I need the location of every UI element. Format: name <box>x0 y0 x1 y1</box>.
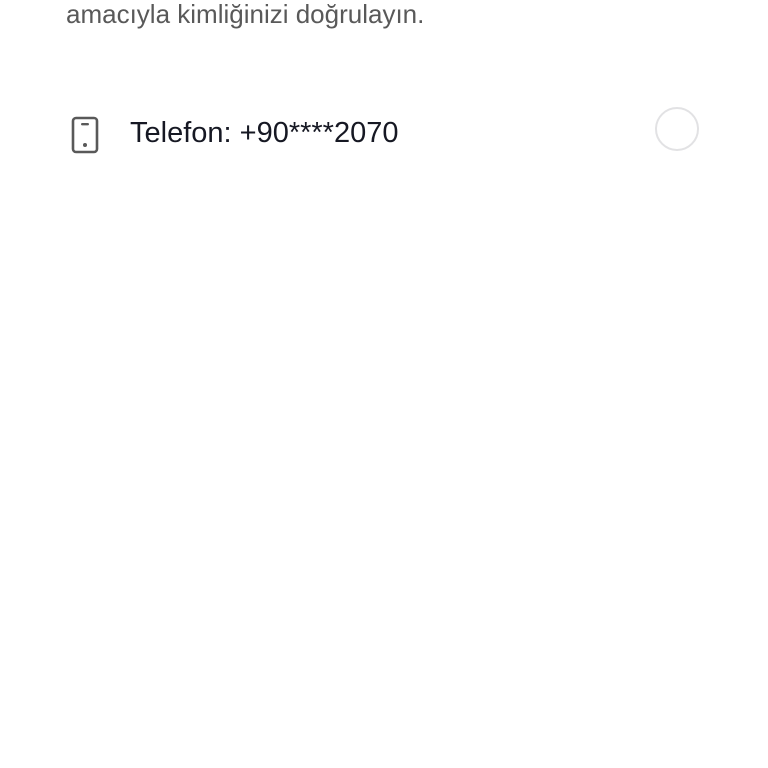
verification-description: amacıyla kimliğinizi doğrulayın. <box>66 0 425 29</box>
verification-method-screen: amacıyla kimliğinizi doğrulayın. Telefon… <box>0 0 768 768</box>
mobile-phone-icon <box>70 116 100 154</box>
verification-option-label: Telefon: +90****2070 <box>130 117 399 149</box>
verification-option-radio[interactable] <box>655 107 699 151</box>
verification-option-phone[interactable]: Telefon: +90****2070 <box>0 100 768 164</box>
